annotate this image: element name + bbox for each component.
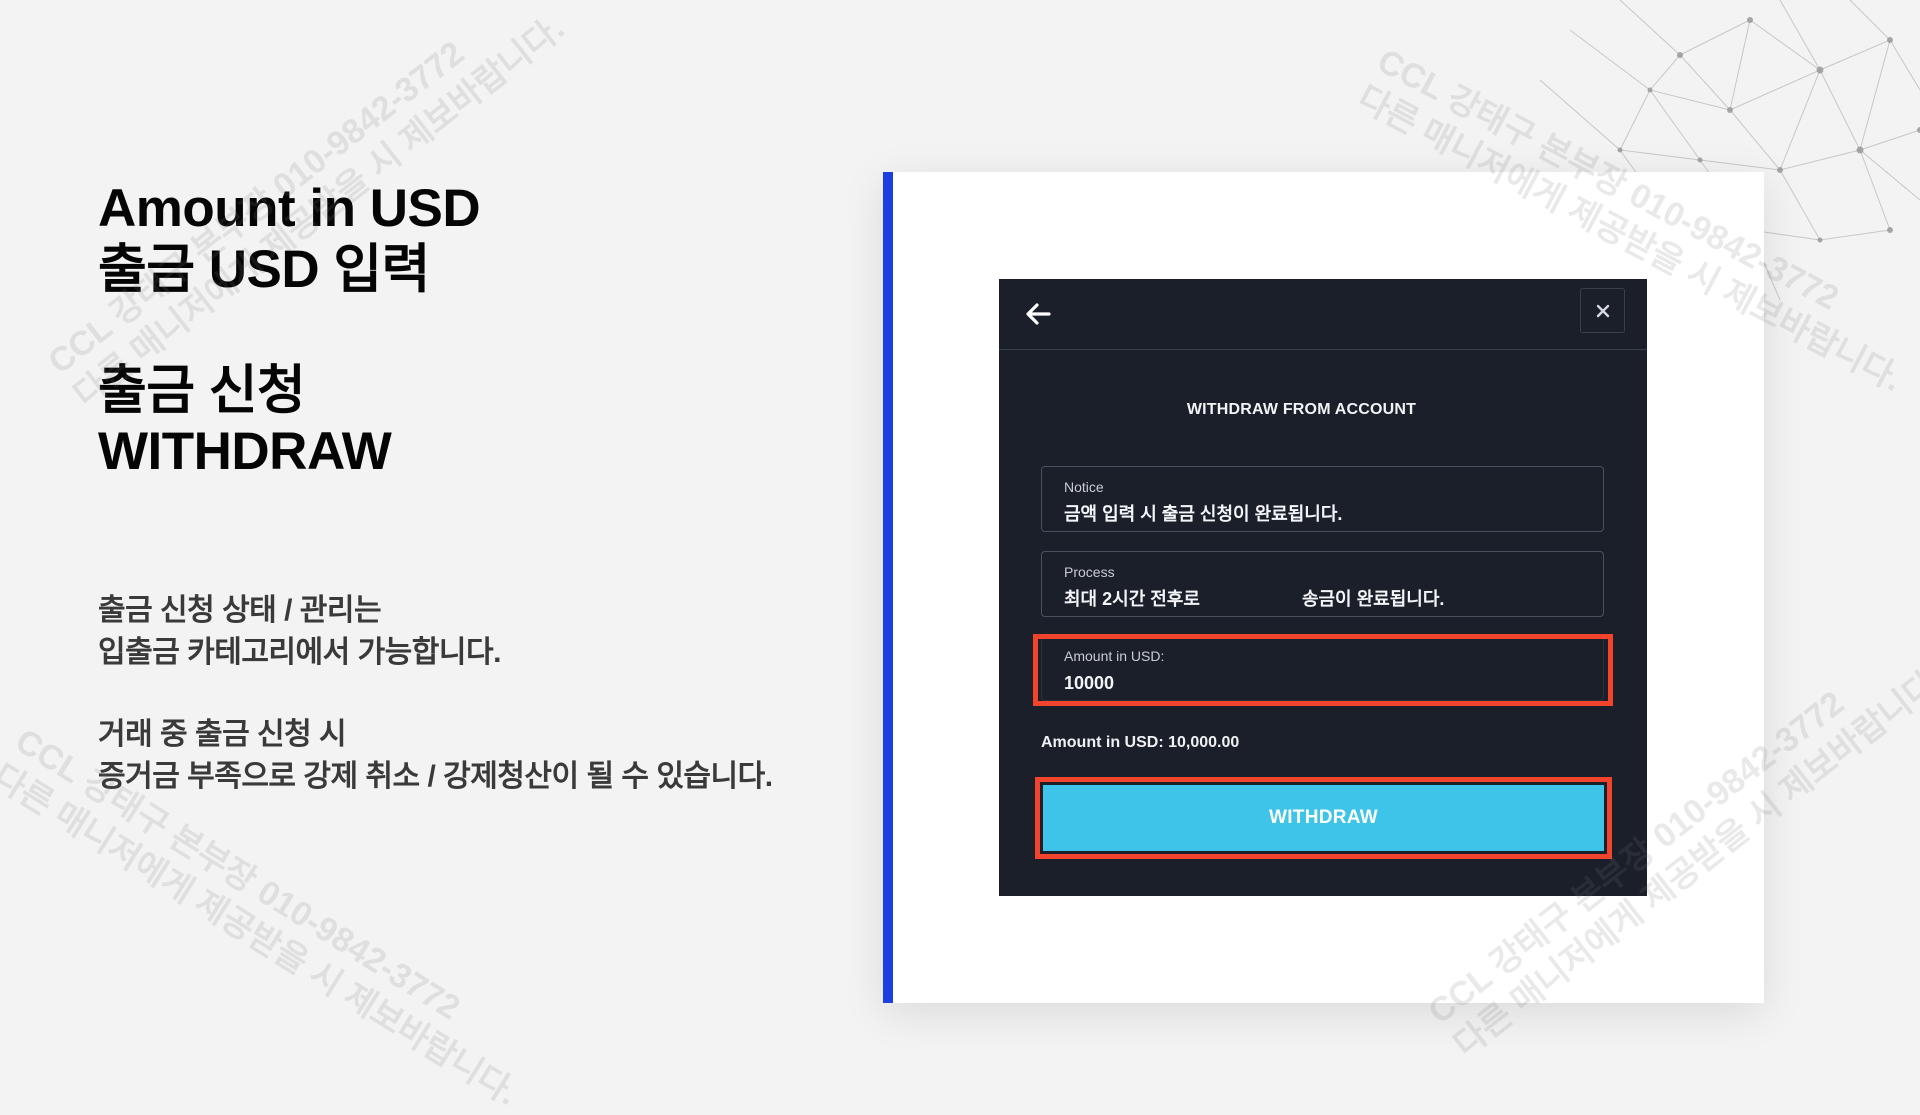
heading-amount-line1: Amount in USD <box>98 179 481 238</box>
left-panel: Amount in USD 출금 USD 입력 출금 신청 WITHDRAW 출… <box>98 178 818 798</box>
warning-description-line2: 증거금 부족으로 강제 취소 / 강제청산이 될 수 있습니다. <box>98 760 773 793</box>
heading-amount: Amount in USD 출금 USD 입력 <box>98 178 818 300</box>
withdraw-dialog: WITHDRAW FROM ACCOUNT Notice 금액 입력 시 출금 … <box>999 279 1647 896</box>
dialog-title: WITHDRAW FROM ACCOUNT <box>1186 401 1417 418</box>
status-description: 출금 신청 상태 / 관리는 입출금 카테고리에서 가능합니다. <box>98 590 818 674</box>
amount-summary: Amount in USD: 10,000.00 <box>1041 734 1239 752</box>
withdraw-highlight-box <box>1035 777 1612 859</box>
process-label: Process <box>1064 564 1115 580</box>
warning-description-line1: 거래 중 출금 신청 시 <box>98 718 347 751</box>
amount-highlight-box <box>1033 634 1613 706</box>
status-description-line2: 입출금 카테고리에서 가능합니다. <box>98 636 501 669</box>
amount-summary-label: Amount in USD: <box>1041 734 1164 751</box>
warning-description: 거래 중 출금 신청 시 증거금 부족으로 강제 취소 / 강제청산이 될 수 … <box>98 714 818 798</box>
dialog-header <box>999 279 1647 350</box>
process-box: Process 최대 2시간 전후로 송금이 완료됩니다. <box>1041 551 1604 617</box>
notice-label: Notice <box>1064 479 1104 495</box>
close-icon <box>1596 304 1609 317</box>
heading-withdraw: 출금 신청 WITHDRAW <box>98 360 818 482</box>
heading-withdraw-line2: WITHDRAW <box>98 422 392 481</box>
process-text-part1: 최대 2시간 전후로 <box>1064 589 1200 609</box>
close-button[interactable] <box>1580 288 1625 333</box>
status-description-line1: 출금 신청 상태 / 관리는 <box>98 594 382 627</box>
heading-amount-line2: 출금 USD 입력 <box>98 240 430 299</box>
process-text-part2: 송금이 완료됩니다. <box>1301 589 1445 609</box>
amount-summary-value: 10,000.00 <box>1168 734 1240 751</box>
arrow-left-icon[interactable] <box>1025 302 1051 326</box>
screenshot-card: WITHDRAW FROM ACCOUNT Notice 금액 입력 시 출금 … <box>883 172 1764 1003</box>
process-text: 최대 2시간 전후로 송금이 완료됩니다. <box>1064 587 1581 611</box>
watermark-line2: 다른 매니저에게 제공받을 시 제보바랍니다. <box>0 757 525 1113</box>
notice-box: Notice 금액 입력 시 출금 신청이 완료됩니다. <box>1041 466 1604 532</box>
notice-text: 금액 입력 시 출금 신청이 완료됩니다. <box>1064 504 1343 524</box>
heading-withdraw-line1: 출금 신청 <box>98 361 306 420</box>
card-accent-bar <box>883 172 893 1003</box>
